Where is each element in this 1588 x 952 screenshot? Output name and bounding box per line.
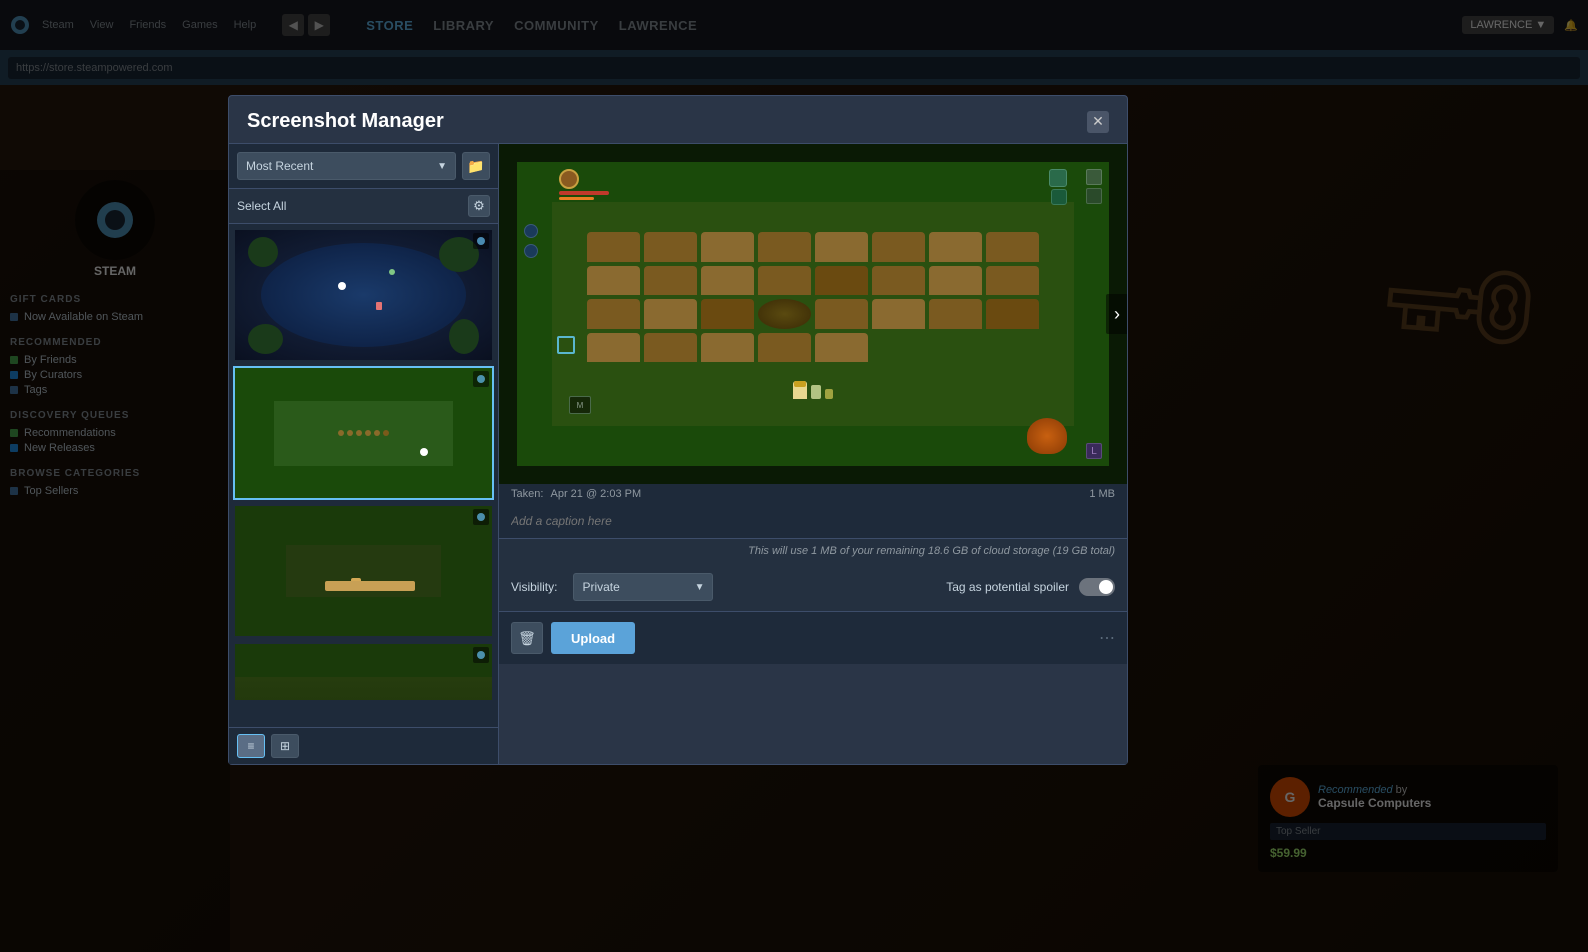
thumb-controls: Most Recent ▼ 📁	[229, 144, 498, 189]
thumb-img-2	[235, 368, 492, 498]
modal-body: Most Recent ▼ 📁 Select All ⚙	[229, 144, 1127, 764]
visibility-row: Visibility: Private ▼ Tag as potential s…	[499, 563, 1127, 611]
spoiler-row: Tag as potential spoiler	[946, 578, 1115, 596]
preview-scene: M L	[499, 144, 1127, 484]
thumb-2-overlay	[473, 371, 489, 387]
select-all-bar: Select All ⚙	[229, 189, 498, 224]
thumbnail-item-3[interactable]	[233, 504, 494, 638]
preview-next-arrow[interactable]: ›	[1106, 294, 1127, 334]
preview-image-container: M L	[499, 144, 1127, 484]
visibility-chevron-icon: ▼	[695, 582, 705, 593]
sort-dropdown[interactable]: Most Recent ▼	[237, 152, 456, 180]
preview-main-image: M L	[499, 144, 1127, 484]
modal-close-button[interactable]: ✕	[1087, 111, 1109, 133]
thumbnail-item-4[interactable]	[233, 642, 494, 702]
caption-area	[499, 504, 1127, 539]
thumb-img-1	[235, 230, 492, 360]
grid-view-button[interactable]: ⊞	[271, 734, 299, 758]
preview-info-bar: Taken: Apr 21 @ 2:03 PM 1 MB	[499, 484, 1127, 504]
visibility-label: Visibility:	[511, 580, 557, 594]
upload-button[interactable]: Upload	[551, 622, 635, 654]
sort-chevron-icon: ▼	[437, 161, 447, 172]
caption-input[interactable]	[511, 514, 1115, 528]
thumb-img-4	[235, 644, 492, 702]
gear-button[interactable]: ⚙	[468, 195, 490, 217]
gear-icon: ⚙	[473, 198, 485, 214]
spoiler-label: Tag as potential spoiler	[946, 580, 1069, 594]
toggle-knob	[1099, 580, 1113, 594]
list-view-button[interactable]: ≡	[237, 734, 265, 758]
sort-selected-value: Most Recent	[246, 159, 313, 173]
visibility-selected: Private	[582, 580, 619, 594]
list-view-icon: ≡	[247, 739, 254, 753]
thumb-3-overlay	[473, 509, 489, 525]
storage-info: This will use 1 MB of your remaining 18.…	[499, 539, 1127, 563]
thumbnail-item-2[interactable]	[233, 366, 494, 500]
thumbnail-list[interactable]	[229, 224, 498, 727]
taken-date: Taken: Apr 21 @ 2:03 PM	[511, 488, 641, 500]
delete-button[interactable]: 🗑	[511, 622, 543, 654]
select-all-button[interactable]: Select All	[237, 199, 286, 213]
modal-header: Screenshot Manager ✕	[229, 96, 1127, 144]
spoiler-toggle[interactable]	[1079, 578, 1115, 596]
folder-button[interactable]: 📁	[462, 152, 490, 180]
thumbnail-panel: Most Recent ▼ 📁 Select All ⚙	[229, 144, 499, 764]
dots-icon: ⋯	[1099, 628, 1115, 648]
thumb-bottom-bar: ≡ ⊞	[229, 727, 498, 764]
thumb-img-3	[235, 506, 492, 636]
modal-title: Screenshot Manager	[247, 110, 444, 133]
screenshot-manager-modal: Screenshot Manager ✕ Most Recent ▼ 📁 Sel…	[228, 95, 1128, 765]
preview-panel: M L	[499, 144, 1127, 764]
trash-icon: 🗑	[518, 630, 536, 647]
folder-icon: 📁	[467, 158, 484, 175]
modal-footer: 🗑 Upload ⋯	[499, 611, 1127, 664]
thumb-4-overlay	[473, 647, 489, 663]
file-size: 1 MB	[1089, 488, 1115, 500]
thumbnail-item-1[interactable]	[233, 228, 494, 362]
visibility-dropdown[interactable]: Private ▼	[573, 573, 713, 601]
grid-view-icon: ⊞	[280, 739, 290, 753]
thumb-1-overlay	[473, 233, 489, 249]
